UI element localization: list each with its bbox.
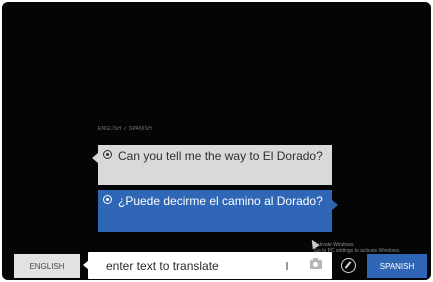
speaker-icon[interactable] (103, 150, 112, 159)
compass-icon[interactable] (341, 258, 356, 273)
speaker-icon[interactable] (103, 195, 112, 204)
translated-text-bubble[interactable]: ¿Puede decirme el camino al Dorado? (98, 190, 338, 232)
translation-input-text[interactable]: enter text to translate (106, 259, 219, 273)
source-language-button[interactable]: ENGLISH (14, 254, 80, 278)
language-pair-label: ENGLISH ✓ SPANISH (98, 126, 152, 132)
microphone-icon[interactable] (286, 262, 288, 270)
translation-input-box[interactable]: enter text to translate (83, 252, 332, 279)
translator-screen: ENGLISH ✓ SPANISH Can you tell me the wa… (2, 2, 431, 280)
camera-icon[interactable] (310, 258, 322, 269)
source-text: Can you tell me the way to El Dorado? (118, 149, 323, 163)
target-language-button[interactable]: SPANISH (367, 254, 427, 278)
translated-text: ¿Puede decirme el camino al Dorado? (118, 194, 323, 208)
source-text-bubble[interactable]: Can you tell me the way to El Dorado? (92, 145, 332, 185)
